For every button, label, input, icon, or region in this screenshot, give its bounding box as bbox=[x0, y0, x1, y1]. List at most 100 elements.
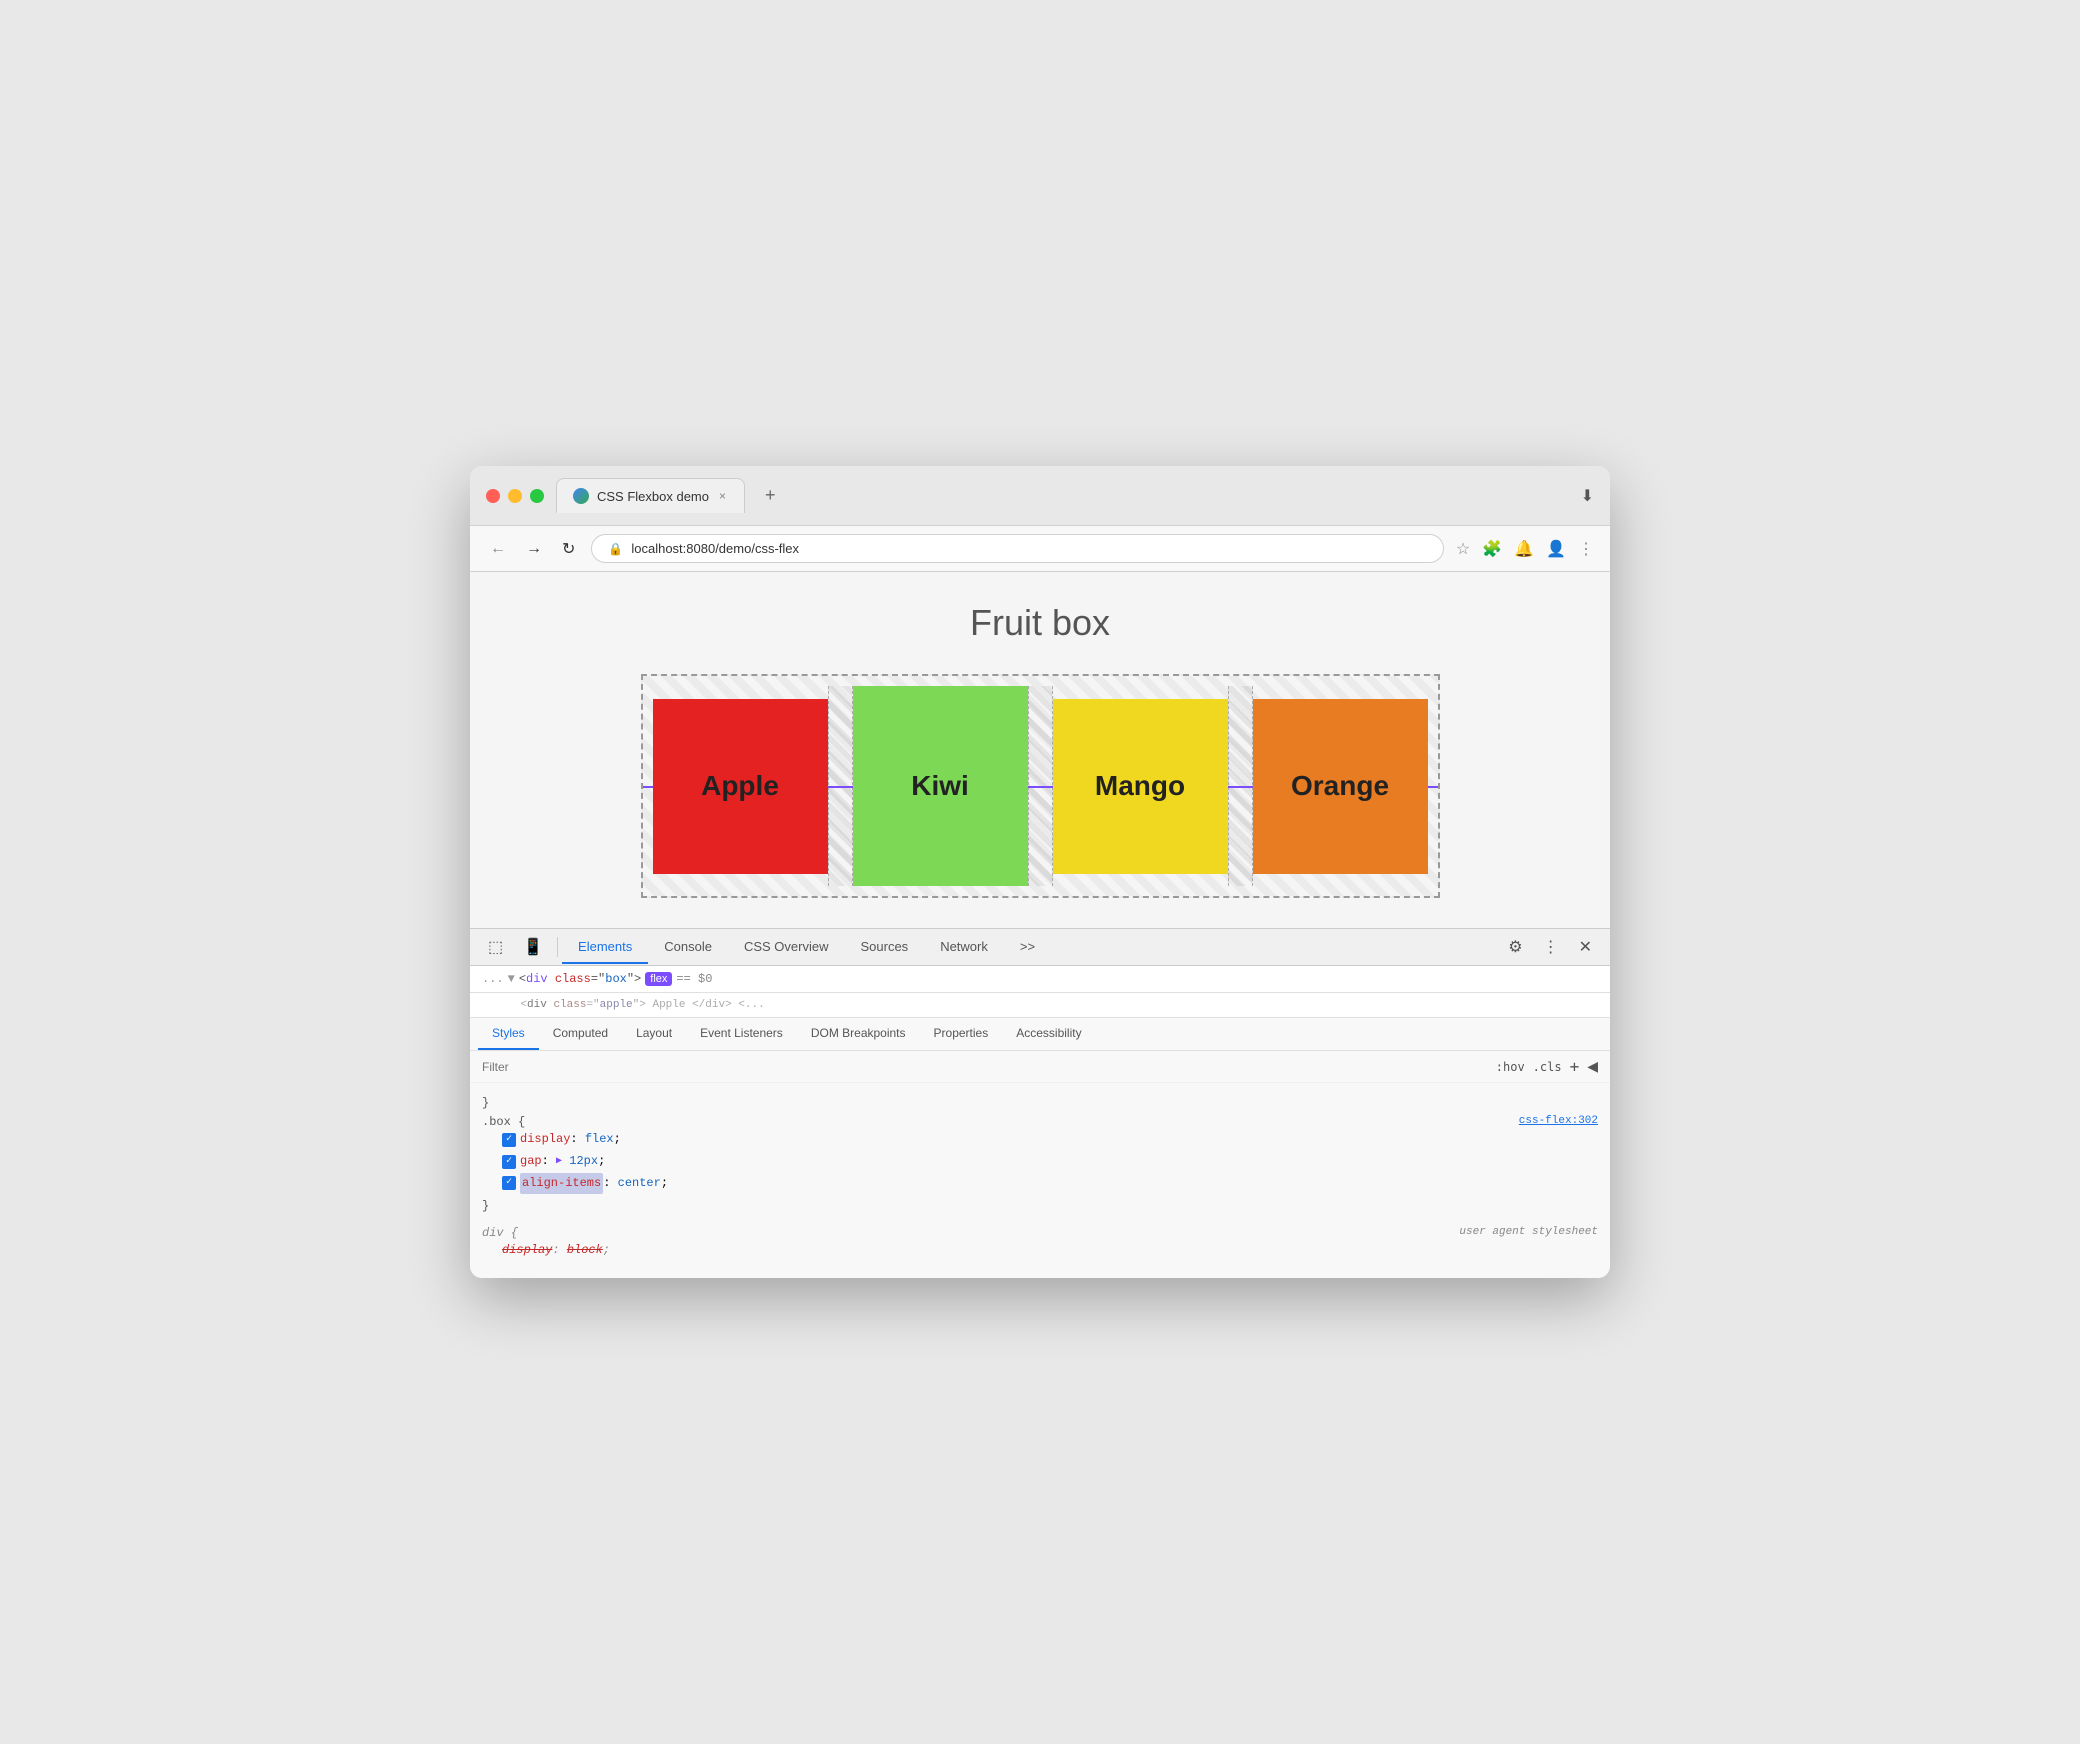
sub-tabs: Styles Computed Layout Event Listeners D… bbox=[470, 1018, 1610, 1051]
minimize-traffic-light[interactable] bbox=[508, 489, 522, 503]
css-colon-gap: : bbox=[542, 1151, 556, 1173]
notifications-icon[interactable]: 🔔 bbox=[1514, 539, 1534, 559]
page-title: Fruit box bbox=[970, 602, 1110, 644]
tab-more[interactable]: >> bbox=[1004, 931, 1051, 964]
reload-button[interactable]: ↻ bbox=[558, 535, 579, 563]
dom-next-line: <div class="apple"> Apple </div> <... bbox=[470, 993, 1610, 1018]
fruit-label-kiwi: Kiwi bbox=[911, 770, 969, 802]
back-button[interactable]: ← bbox=[486, 536, 510, 562]
css-div-rule: user agent stylesheet div { display : bl… bbox=[482, 1226, 1598, 1262]
filter-actions: :hov .cls + ◀ bbox=[1496, 1057, 1598, 1076]
css-rules-panel: } css-flex:302 .box { ✓ display : flex ; bbox=[470, 1083, 1610, 1277]
css-selector: .box { bbox=[482, 1115, 525, 1129]
css-div-rule-header: user agent stylesheet div { bbox=[482, 1226, 1598, 1240]
css-div-colon: : bbox=[552, 1240, 566, 1262]
css-semicolon-gap: ; bbox=[598, 1151, 605, 1173]
tab-console[interactable]: Console bbox=[648, 931, 728, 964]
css-prop-value-gap: 12px bbox=[562, 1151, 598, 1173]
hov-button[interactable]: :hov bbox=[1496, 1060, 1525, 1074]
sub-tab-event-listeners[interactable]: Event Listeners bbox=[686, 1018, 797, 1050]
devtools-close-icon[interactable]: ✕ bbox=[1569, 931, 1602, 963]
flex-gap-1 bbox=[828, 686, 853, 886]
title-bar: CSS Flexbox demo × + ⬇ bbox=[470, 466, 1610, 526]
browser-actions: ☆ 🧩 🔔 👤 ⋮ bbox=[1456, 539, 1594, 559]
css-source-link[interactable]: css-flex:302 bbox=[1519, 1115, 1598, 1127]
browser-window: CSS Flexbox demo × + ⬇ ← → ↻ 🔒 localhost… bbox=[470, 466, 1610, 1277]
maximize-traffic-light[interactable] bbox=[530, 489, 544, 503]
css-checkbox-display[interactable]: ✓ bbox=[502, 1133, 516, 1147]
tab-sources[interactable]: Sources bbox=[844, 931, 924, 964]
fruit-item-apple: Apple bbox=[653, 699, 828, 874]
css-div-prop-value-display: block bbox=[567, 1240, 603, 1262]
bookmark-icon[interactable]: ☆ bbox=[1456, 539, 1470, 559]
css-user-agent-source: user agent stylesheet bbox=[1459, 1226, 1598, 1238]
forward-button[interactable]: → bbox=[522, 536, 546, 562]
tab-favicon bbox=[573, 488, 589, 504]
devtools-toolbar: ⬚ 📱 Elements Console CSS Overview Source… bbox=[470, 929, 1610, 966]
tab-close-button[interactable]: × bbox=[717, 487, 728, 505]
address-bar: ← → ↻ 🔒 localhost:8080/demo/css-flex ☆ 🧩… bbox=[470, 526, 1610, 572]
cls-button[interactable]: .cls bbox=[1533, 1060, 1562, 1074]
dom-dots: ... bbox=[482, 972, 504, 986]
lock-icon: 🔒 bbox=[608, 542, 623, 556]
css-box-rule-header: css-flex:302 .box { bbox=[482, 1115, 1598, 1129]
dom-tag: <div class="box"> bbox=[519, 972, 641, 986]
profile-icon[interactable]: 👤 bbox=[1546, 539, 1566, 559]
dom-arrow-icon: ▼ bbox=[508, 972, 515, 986]
fruit-item-mango: Mango bbox=[1053, 699, 1228, 874]
sub-tab-computed[interactable]: Computed bbox=[539, 1018, 622, 1050]
css-colon-align: : bbox=[603, 1173, 617, 1195]
filter-bar: :hov .cls + ◀ bbox=[470, 1051, 1610, 1083]
toggle-sidebar-icon[interactable]: ◀ bbox=[1587, 1058, 1598, 1075]
extensions-icon[interactable]: 🧩 bbox=[1482, 539, 1502, 559]
download-icon[interactable]: ⬇ bbox=[1581, 486, 1594, 506]
flex-badge: flex bbox=[645, 972, 672, 986]
css-checkbox-gap[interactable]: ✓ bbox=[502, 1155, 516, 1169]
sub-tab-styles[interactable]: Styles bbox=[478, 1018, 539, 1050]
css-box-rule: css-flex:302 .box { ✓ display : flex ; ✓… bbox=[482, 1115, 1598, 1218]
dom-next-preview: <div class="apple"> Apple </div> <... bbox=[494, 999, 765, 1011]
tab-css-overview[interactable]: CSS Overview bbox=[728, 931, 845, 964]
browser-tab[interactable]: CSS Flexbox demo × bbox=[556, 478, 745, 513]
css-prop-name-display: display bbox=[520, 1129, 570, 1151]
devtools-more-icon[interactable]: ⋮ bbox=[1533, 931, 1569, 963]
css-prop-name-align: align-items bbox=[520, 1173, 603, 1195]
fruit-item-orange: Orange bbox=[1253, 699, 1428, 874]
css-div-display-property: display : block ; bbox=[482, 1240, 1598, 1262]
tab-elements[interactable]: Elements bbox=[562, 931, 648, 964]
url-text: localhost:8080/demo/css-flex bbox=[631, 541, 799, 556]
sub-tab-accessibility[interactable]: Accessibility bbox=[1002, 1018, 1095, 1050]
traffic-lights bbox=[486, 489, 544, 503]
more-menu-icon[interactable]: ⋮ bbox=[1578, 539, 1594, 559]
dom-equals: == $0 bbox=[676, 972, 712, 986]
flex-gap-2 bbox=[1028, 686, 1053, 886]
css-prop-value-display: flex bbox=[585, 1129, 614, 1151]
url-bar[interactable]: 🔒 localhost:8080/demo/css-flex bbox=[591, 534, 1443, 563]
fruit-item-kiwi: Kiwi bbox=[853, 686, 1028, 886]
css-semicolon-align: ; bbox=[661, 1173, 668, 1195]
css-closing-brace: } bbox=[482, 1091, 1598, 1115]
device-toolbar-icon[interactable]: 📱 bbox=[513, 929, 553, 965]
sub-tab-layout[interactable]: Layout bbox=[622, 1018, 686, 1050]
css-semicolon-display: ; bbox=[614, 1129, 621, 1151]
close-traffic-light[interactable] bbox=[486, 489, 500, 503]
sub-tab-properties[interactable]: Properties bbox=[920, 1018, 1003, 1050]
devtools-settings-icon[interactable]: ⚙ bbox=[1498, 931, 1532, 963]
add-style-button[interactable]: + bbox=[1570, 1057, 1580, 1076]
sub-tab-dom-breakpoints[interactable]: DOM Breakpoints bbox=[797, 1018, 920, 1050]
devtools-panel: ⬚ 📱 Elements Console CSS Overview Source… bbox=[470, 928, 1610, 1277]
css-checkbox-align[interactable]: ✓ bbox=[502, 1176, 516, 1190]
css-div-prop-name-display: display bbox=[502, 1240, 552, 1262]
css-gap-property: ✓ gap : ▶ 12px ; bbox=[482, 1151, 1598, 1173]
toolbar-separator bbox=[557, 937, 558, 957]
new-tab-button[interactable]: + bbox=[757, 481, 784, 510]
fruit-label-orange: Orange bbox=[1291, 770, 1389, 802]
css-div-semicolon: ; bbox=[603, 1240, 610, 1262]
element-picker-icon[interactable]: ⬚ bbox=[478, 929, 513, 965]
tab-network[interactable]: Network bbox=[924, 931, 1004, 964]
dom-breadcrumb: ... ▼ <div class="box"> flex == $0 bbox=[470, 966, 1610, 993]
filter-input[interactable] bbox=[482, 1060, 1488, 1074]
css-box-closing-brace: } bbox=[482, 1194, 1598, 1218]
tab-title: CSS Flexbox demo bbox=[597, 489, 709, 504]
css-display-property: ✓ display : flex ; bbox=[482, 1129, 1598, 1151]
